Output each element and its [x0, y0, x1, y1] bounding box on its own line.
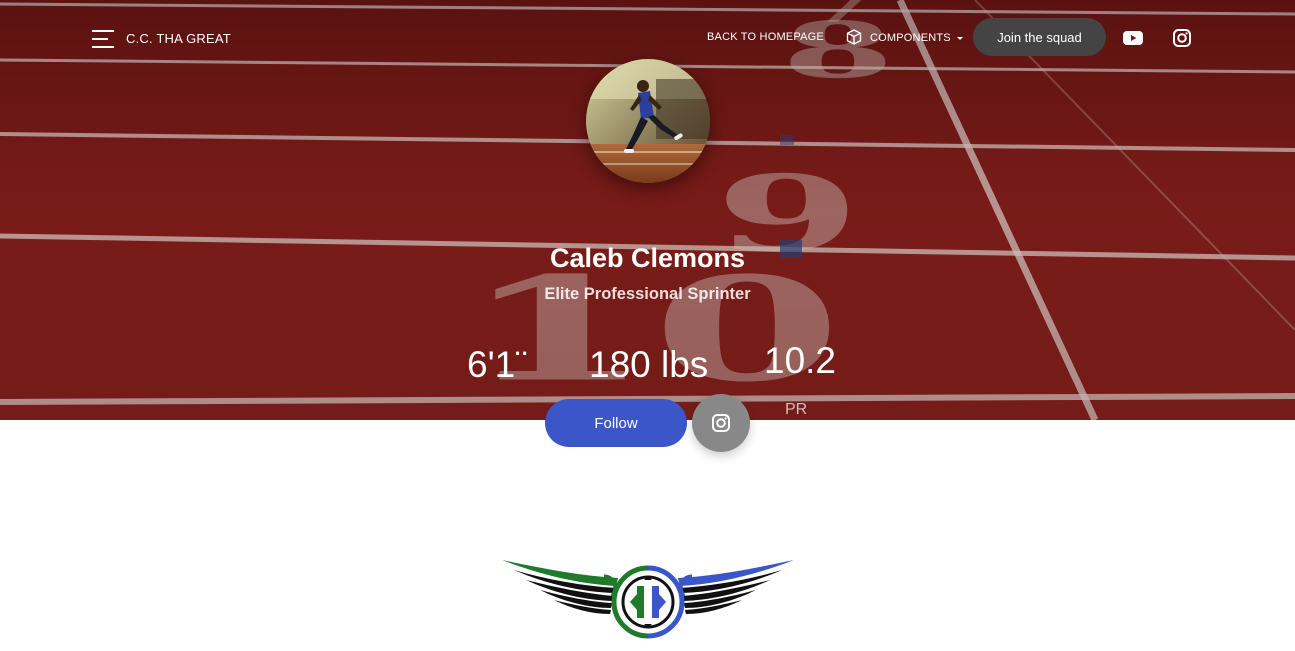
stat-height: 6'1¨	[467, 344, 528, 385]
stat-weight: 180 lbs	[589, 344, 709, 385]
box-icon	[846, 29, 862, 45]
top-navbar: C.C. THA GREAT BACK TO HOMEPAGE COMPONEN…	[0, 0, 1295, 76]
sprinter-photo	[586, 59, 710, 183]
brand-link[interactable]: C.C. THA GREAT	[126, 31, 231, 46]
stat-pr-label: PR	[785, 401, 808, 418]
instagram-icon[interactable]	[1171, 28, 1193, 48]
instagram-icon	[712, 414, 730, 432]
youtube-icon[interactable]	[1122, 28, 1144, 48]
follow-button[interactable]: Follow	[545, 399, 687, 447]
menu-icon[interactable]	[92, 29, 116, 49]
chevron-down-icon	[956, 36, 963, 40]
components-label: COMPONENTS	[870, 32, 951, 44]
join-the-squad-button[interactable]: Join the squad	[973, 18, 1106, 56]
athlete-title: Elite Professional Sprinter	[544, 285, 751, 303]
profile-avatar	[586, 59, 710, 183]
components-dropdown[interactable]: COMPONENTS	[846, 29, 963, 45]
winged-logo	[502, 560, 794, 639]
instagram-button[interactable]	[692, 394, 750, 452]
athlete-name: Caleb Clemons	[549, 243, 746, 273]
stat-pr-value: 10.2	[764, 340, 837, 381]
back-to-homepage-link[interactable]: BACK TO HOMEPAGE	[707, 31, 824, 43]
